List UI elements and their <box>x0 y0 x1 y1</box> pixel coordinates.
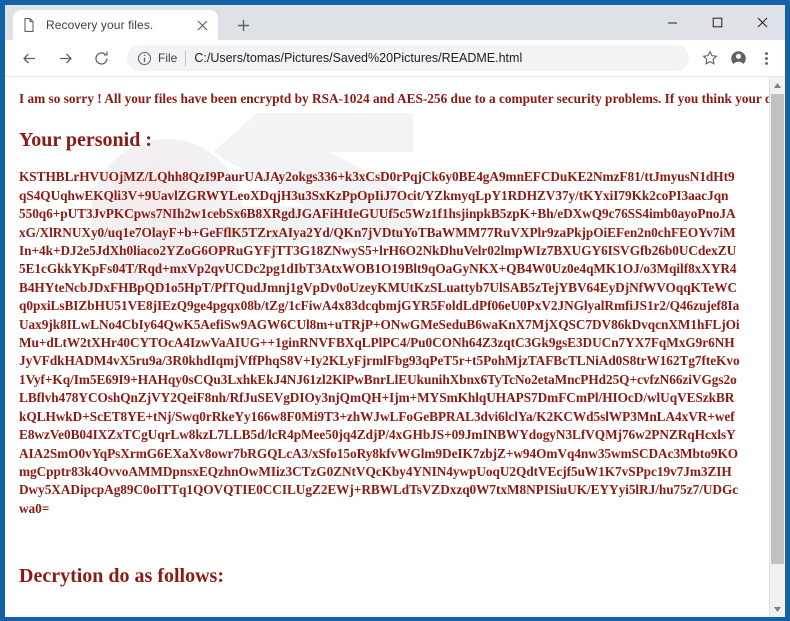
new-tab-button[interactable] <box>232 14 254 36</box>
maximize-icon[interactable] <box>695 5 740 40</box>
close-icon[interactable] <box>194 17 210 33</box>
decryption-heading: Decrytion do as follows: <box>19 565 224 588</box>
back-arrow-icon[interactable] <box>15 44 43 72</box>
personid-heading: Your personid : <box>19 129 152 152</box>
scrollbar-thumb[interactable] <box>771 94 784 564</box>
ransom-note-content: I am so sorry ! All your files have been… <box>5 77 769 587</box>
account-avatar-icon[interactable] <box>725 45 751 71</box>
browser-tab[interactable]: Recovery your files. <box>13 10 218 40</box>
scroll-down-arrow-icon[interactable] <box>770 601 785 617</box>
ransom-intro-text: I am so sorry ! All your files have been… <box>19 91 769 106</box>
three-dots-menu-icon[interactable] <box>753 45 779 71</box>
browser-window: Recovery your files. File C:/Users/tomas… <box>0 0 790 621</box>
url-text: C:/Users/tomas/Pictures/Saved%20Pictures… <box>194 51 523 65</box>
window-controls <box>650 5 785 40</box>
minimize-icon[interactable] <box>650 5 695 40</box>
tab-title: Recovery your files. <box>46 18 154 32</box>
address-bar[interactable]: File C:/Users/tomas/Pictures/Saved%20Pic… <box>127 45 689 71</box>
browser-window-inner: Recovery your files. File C:/Users/tomas… <box>5 5 785 617</box>
personid-key-text: KSTHBLrHVUOjMZ/LQhh8QzI9PaurUAJAy2okgs33… <box>19 169 740 516</box>
page-viewport: I am so sorry ! All your files have been… <box>5 77 785 617</box>
info-circle-icon[interactable] <box>137 51 152 66</box>
star-icon[interactable] <box>697 45 723 71</box>
forward-arrow-icon[interactable] <box>51 44 79 72</box>
page-scrollbar[interactable] <box>769 77 785 617</box>
url-scheme-separator <box>185 50 187 66</box>
page-icon <box>21 17 37 33</box>
tab-strip: Recovery your files. <box>5 5 785 40</box>
reload-icon[interactable] <box>87 44 115 72</box>
scroll-up-arrow-icon[interactable] <box>770 77 785 93</box>
url-scheme-label: File <box>158 51 178 65</box>
ransom-note-page: I am so sorry ! All your files have been… <box>5 77 769 617</box>
browser-toolbar: File C:/Users/tomas/Pictures/Saved%20Pic… <box>5 40 785 77</box>
window-close-icon[interactable] <box>740 5 785 40</box>
